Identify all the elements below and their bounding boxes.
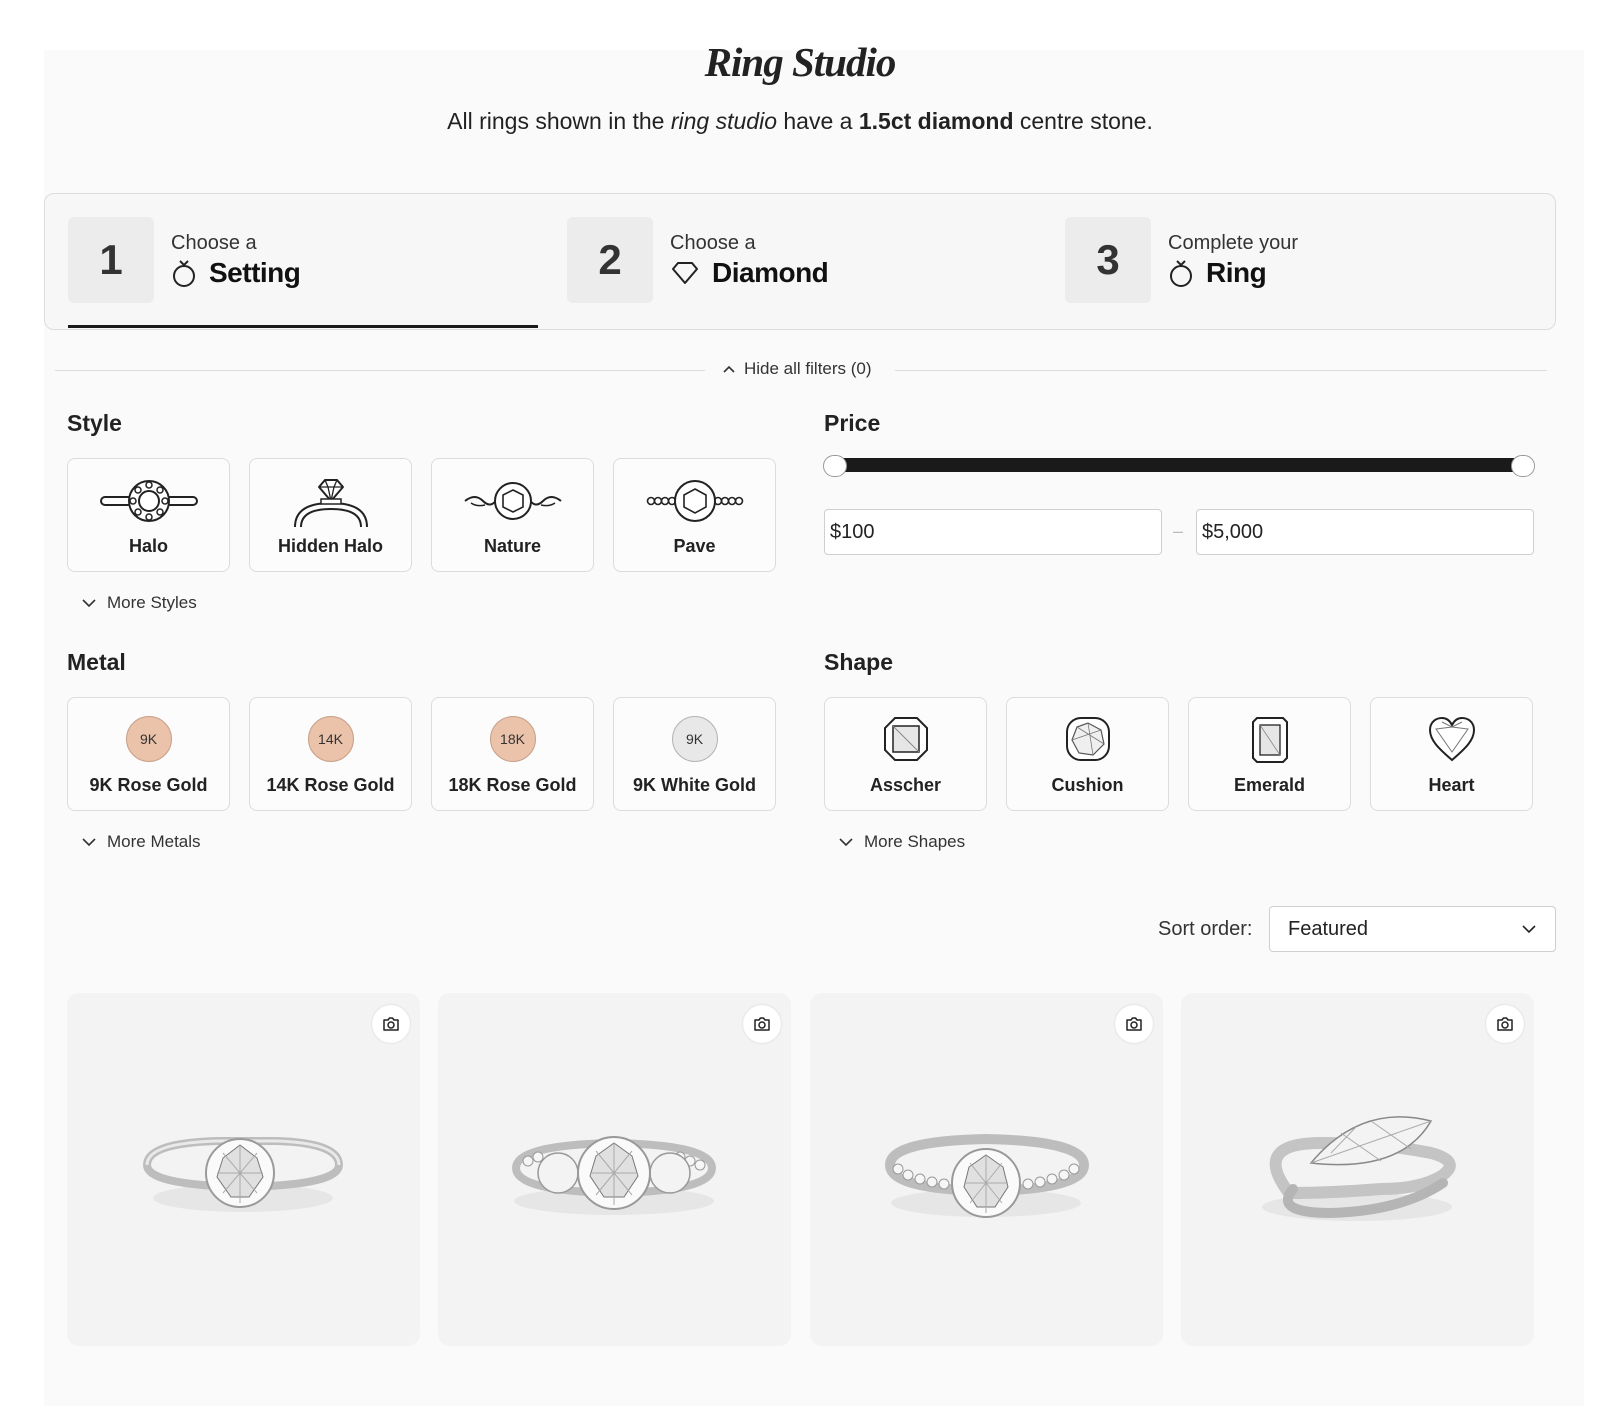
style-heading: Style xyxy=(67,410,122,436)
camera-icon xyxy=(754,1017,770,1031)
shape-option-cushion[interactable]: Cushion xyxy=(1006,697,1169,811)
metal-chip: 9K xyxy=(671,716,718,762)
heart-icon xyxy=(1428,716,1475,762)
camera-icon xyxy=(383,1017,399,1031)
shape-option-heart[interactable]: Heart xyxy=(1370,697,1533,811)
asscher-icon xyxy=(883,717,928,761)
page-subtitle: All rings shown in the ring studio have … xyxy=(447,108,1153,134)
step-label: Setting xyxy=(209,256,301,288)
metal-chip: 18K xyxy=(489,716,536,762)
camera-button[interactable] xyxy=(372,1005,410,1043)
product-card[interactable] xyxy=(438,993,791,1346)
more-metals-button[interactable]: More Metals xyxy=(81,832,201,852)
chevron-down-icon xyxy=(839,838,853,847)
step-progress: 1 Choose a Setting 2 Choose a Diamond 3 … xyxy=(44,193,1556,330)
camera-button[interactable] xyxy=(1486,1005,1524,1043)
chevron-down-icon xyxy=(82,838,96,847)
solitaire-ring-image xyxy=(142,1137,344,1212)
marquise-bypass-ring-image xyxy=(1262,1116,1456,1221)
shape-option-label: Asscher xyxy=(869,775,942,795)
step-pre-label: Complete your xyxy=(1168,231,1299,254)
style-option-label: Nature xyxy=(483,536,541,556)
product-card[interactable] xyxy=(67,993,420,1346)
price-min-input[interactable] xyxy=(824,509,1162,555)
pave-icon xyxy=(646,480,743,522)
metal-heading: Metal xyxy=(67,649,126,675)
step-diamond[interactable]: 2 Choose a Diamond xyxy=(567,217,829,303)
metal-option-9k-white-gold[interactable]: 9K 9K White Gold xyxy=(613,697,776,811)
chevron-down-icon xyxy=(82,599,96,608)
nature-icon xyxy=(463,482,562,520)
style-option-label: Pave xyxy=(673,536,716,556)
divider xyxy=(55,370,705,371)
ring-icon xyxy=(173,259,195,287)
price-slider-min-handle[interactable] xyxy=(823,455,847,477)
cushion-icon xyxy=(1065,717,1110,761)
shape-option-label: Heart xyxy=(1428,775,1475,795)
style-option-halo[interactable]: Halo xyxy=(67,458,230,572)
price-slider-max-handle[interactable] xyxy=(1511,455,1535,477)
metal-option-9k-rose-gold[interactable]: 9K 9K Rose Gold xyxy=(67,697,230,811)
ring-icon xyxy=(1170,259,1192,287)
product-card[interactable] xyxy=(810,993,1163,1346)
step-setting[interactable]: 1 Choose a Setting xyxy=(68,217,301,303)
hidden-halo-icon xyxy=(293,479,368,528)
page-title: Ring Studio xyxy=(704,39,897,85)
step-pre-label: Choose a xyxy=(670,231,756,254)
chevron-down-icon xyxy=(1522,925,1536,934)
step-label: Diamond xyxy=(712,256,829,288)
metal-option-18k-rose-gold[interactable]: 18K 18K Rose Gold xyxy=(431,697,594,811)
shape-option-label: Emerald xyxy=(1233,775,1306,795)
shape-heading: Shape xyxy=(824,649,894,675)
step-number: 2 xyxy=(567,217,653,303)
style-option-hidden-halo[interactable]: Hidden Halo xyxy=(249,458,412,572)
style-option-pave[interactable]: Pave xyxy=(613,458,776,572)
chevron-up-icon xyxy=(723,365,735,373)
shape-option-label: Cushion xyxy=(1051,775,1124,795)
step-ring[interactable]: 3 Complete your Ring xyxy=(1065,217,1298,303)
style-option-nature[interactable]: Nature xyxy=(431,458,594,572)
divider xyxy=(895,370,1547,371)
more-styles-button[interactable]: More Styles xyxy=(81,593,197,613)
style-option-label: Hidden Halo xyxy=(277,536,383,556)
price-separator: – xyxy=(1173,521,1184,541)
price-slider-track[interactable] xyxy=(826,458,1520,472)
metal-chip: 9K xyxy=(125,716,172,762)
camera-button[interactable] xyxy=(743,1005,781,1043)
style-option-label: Halo xyxy=(128,536,168,556)
three-stone-ring-image xyxy=(511,1136,717,1215)
step-pre-label: Choose a xyxy=(171,231,257,254)
camera-icon xyxy=(1126,1017,1142,1031)
active-step-underline xyxy=(68,325,538,328)
shape-option-asscher[interactable]: Asscher xyxy=(824,697,987,811)
product-card[interactable] xyxy=(1181,993,1534,1346)
sort-order-value: Featured xyxy=(1288,917,1369,940)
metal-option-label: 18K Rose Gold xyxy=(448,775,577,795)
hide-filters-button[interactable]: Hide all filters (0) xyxy=(722,359,872,379)
sort-order-select[interactable]: Featured xyxy=(1269,906,1556,952)
sort-order-label: Sort order: xyxy=(1158,918,1253,940)
metal-option-label: 14K Rose Gold xyxy=(266,775,395,795)
diamond-icon xyxy=(672,261,698,284)
more-shapes-button[interactable]: More Shapes xyxy=(838,832,965,852)
camera-button[interactable] xyxy=(1115,1005,1153,1043)
step-number: 3 xyxy=(1065,217,1151,303)
step-label: Ring xyxy=(1206,256,1267,288)
halo-icon xyxy=(99,480,198,522)
shape-option-emerald[interactable]: Emerald xyxy=(1188,697,1351,811)
camera-icon xyxy=(1497,1017,1513,1031)
metal-option-label: 9K White Gold xyxy=(633,775,756,795)
pave-solitaire-ring-image xyxy=(884,1133,1090,1218)
metal-option-14k-rose-gold[interactable]: 14K 14K Rose Gold xyxy=(249,697,412,811)
metal-chip: 14K xyxy=(307,716,354,762)
step-number: 1 xyxy=(68,217,154,303)
price-max-input[interactable] xyxy=(1196,509,1534,555)
metal-option-label: 9K Rose Gold xyxy=(89,775,208,795)
price-heading: Price xyxy=(824,410,881,436)
emerald-icon xyxy=(1251,717,1288,763)
